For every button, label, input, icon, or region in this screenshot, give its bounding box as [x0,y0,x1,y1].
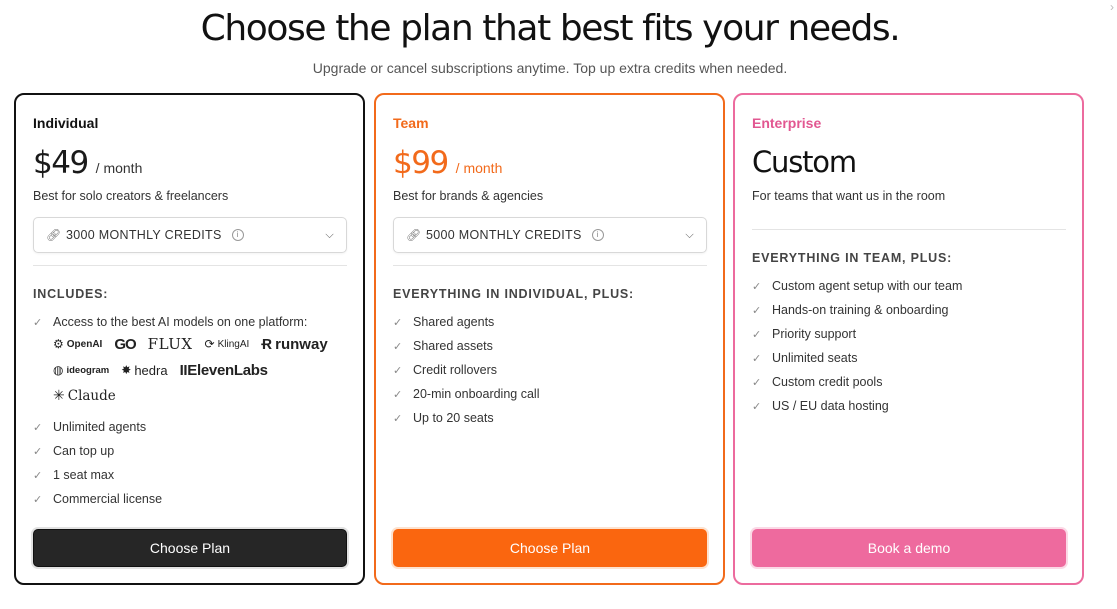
check-icon: ✓ [33,445,43,458]
list-item: ✓ 1 seat max [33,463,162,487]
feature-label: 1 seat max [53,468,115,482]
check-icon: ✓ [752,400,762,413]
check-icon: ✓ [752,280,762,293]
list-item: ✓ Custom agent setup with our team [752,274,962,298]
feature-label: Up to 20 seats [413,411,494,425]
divider [33,265,347,266]
list-item: ✓ Unlimited seats [752,346,962,370]
plan-card-individual: Individual $49 / month Best for solo cre… [14,93,365,585]
feature-label: Shared assets [413,339,493,353]
plan-period: / month [95,160,143,176]
feature-label: Shared agents [413,315,495,329]
hedra-logo: ✸ hedra [121,362,168,378]
flux-logo: FLUX [147,335,193,353]
feature-label: Access to the best AI models on one plat… [53,315,308,329]
feature-label: Custom credit pools [772,375,883,389]
plan-period: / month [455,160,503,176]
check-icon: ✓ [33,421,43,434]
divider [393,265,707,266]
link-icon: 🔗︎ [46,228,62,242]
feature-label: Custom agent setup with our team [772,279,963,293]
list-item: ✓ Custom credit pools [752,370,962,394]
feature-label: Priority support [772,327,857,341]
model-logos: ⚙︎ OpenAI GO FLUX ⟳ KlingAI Ɍrunway ◍ ideog… [53,331,353,409]
check-icon: ✓ [33,493,43,506]
chevron-right-icon: › [1110,0,1114,14]
elevenlabs-logo: IIElevenLabs [179,361,268,379]
list-item: ✓ 20-min onboarding call [393,382,539,406]
go-logo: GO [114,335,136,353]
plan-name: Enterprise [752,115,822,131]
credits-dropdown[interactable]: 🔗︎ 5000 MONTHLY CREDITS i ⌵ [393,217,707,253]
check-icon: ✓ [752,376,762,389]
list-item: ✓ Priority support [752,322,962,346]
credits-label: 3000 MONTHLY CREDITS [66,228,222,242]
runway-logo: Ɍrunway [261,335,328,353]
plan-description: Best for solo creators & freelancers [33,189,229,203]
page-title: Choose the plan that best fits your need… [200,8,901,49]
check-icon: ✓ [752,328,762,341]
price-row: $49 / month [33,145,142,181]
choose-plan-button[interactable]: Choose Plan [393,529,707,567]
section-title: INCLUDES: [33,287,109,301]
check-icon: ✓ [33,469,43,482]
link-icon: 🔗︎ [406,228,422,242]
check-icon: ✓ [752,352,762,365]
openai-logo: ⚙︎ OpenAI [53,337,103,351]
list-item: ✓ Unlimited agents [33,415,162,439]
list-item: ✓ Commercial license [33,487,162,511]
plan-card-enterprise: Enterprise Custom For teams that want us… [733,93,1084,585]
page-subtitle: Upgrade or cancel subscriptions anytime.… [312,60,788,76]
divider [752,229,1066,230]
choose-plan-button[interactable]: Choose Plan [33,529,347,567]
plan-name: Team [393,115,429,131]
list-item: ✓ Shared agents [393,310,539,334]
list-item: ✓ Up to 20 seats [393,406,539,430]
chevron-down-icon: ⌵ [685,228,694,241]
list-item: ✓ US / EU data hosting [752,394,962,418]
plan-description: Best for brands & agencies [393,189,544,203]
check-icon: ✓ [393,412,403,425]
feature-list: ✓ Shared agents ✓ Shared assets ✓ Credit ro… [393,310,539,430]
feature-list: ✓ Unlimited agents ✓ Can top up ✓ 1 seat ma… [33,415,162,511]
credits-dropdown[interactable]: 🔗︎ 3000 MONTHLY CREDITS i ⌵ [33,217,347,253]
feature-label: Unlimited seats [772,351,858,365]
check-icon: ✓ [393,364,403,377]
feature-label: 20-min onboarding call [413,387,540,401]
info-icon[interactable]: i [231,229,244,241]
claude-logo: ✳ Claude [53,388,116,404]
feature-label: Can top up [53,444,115,458]
plan-card-team: Team $99 / month Best for brands & agenc… [374,93,725,585]
feature-list: ✓ Custom agent setup with our team ✓ Hands… [752,274,962,418]
check-icon: ✓ [33,316,43,329]
plan-name: Individual [33,115,99,131]
check-icon: ✓ [393,388,403,401]
list-item: ✓ Hands-on training & onboarding [752,298,962,322]
list-item: ✓ Shared assets [393,334,539,358]
credits-label: 5000 MONTHLY CREDITS [426,228,582,242]
book-demo-button[interactable]: Book a demo [752,529,1066,567]
check-icon: ✓ [752,304,762,317]
list-item: ✓ Credit rollovers [393,358,539,382]
feature-label: Hands-on training & onboarding [772,303,949,317]
list-item: ✓ Can top up [33,439,162,463]
feature-label: Commercial license [53,492,163,506]
ideogram-logo: ◍ ideogram [53,363,110,377]
info-icon[interactable]: i [591,229,604,241]
chevron-down-icon: ⌵ [325,228,334,241]
check-icon: ✓ [393,316,403,329]
klingai-logo: ⟳ KlingAI [204,337,250,351]
feature-label: Credit rollovers [413,363,498,377]
plan-price: Custom [752,145,857,179]
feature-label: US / EU data hosting [772,399,889,413]
price-row: Custom [752,145,857,179]
plan-price: $99 [393,145,449,181]
feature-label: Unlimited agents [53,420,147,434]
check-icon: ✓ [393,340,403,353]
section-title: EVERYTHING IN TEAM, PLUS: [752,251,953,265]
plan-description: For teams that want us in the room [752,189,946,203]
section-title: EVERYTHING IN INDIVIDUAL, PLUS: [393,287,635,301]
plan-price: $49 [33,145,89,181]
price-row: $99 / month [393,145,502,181]
